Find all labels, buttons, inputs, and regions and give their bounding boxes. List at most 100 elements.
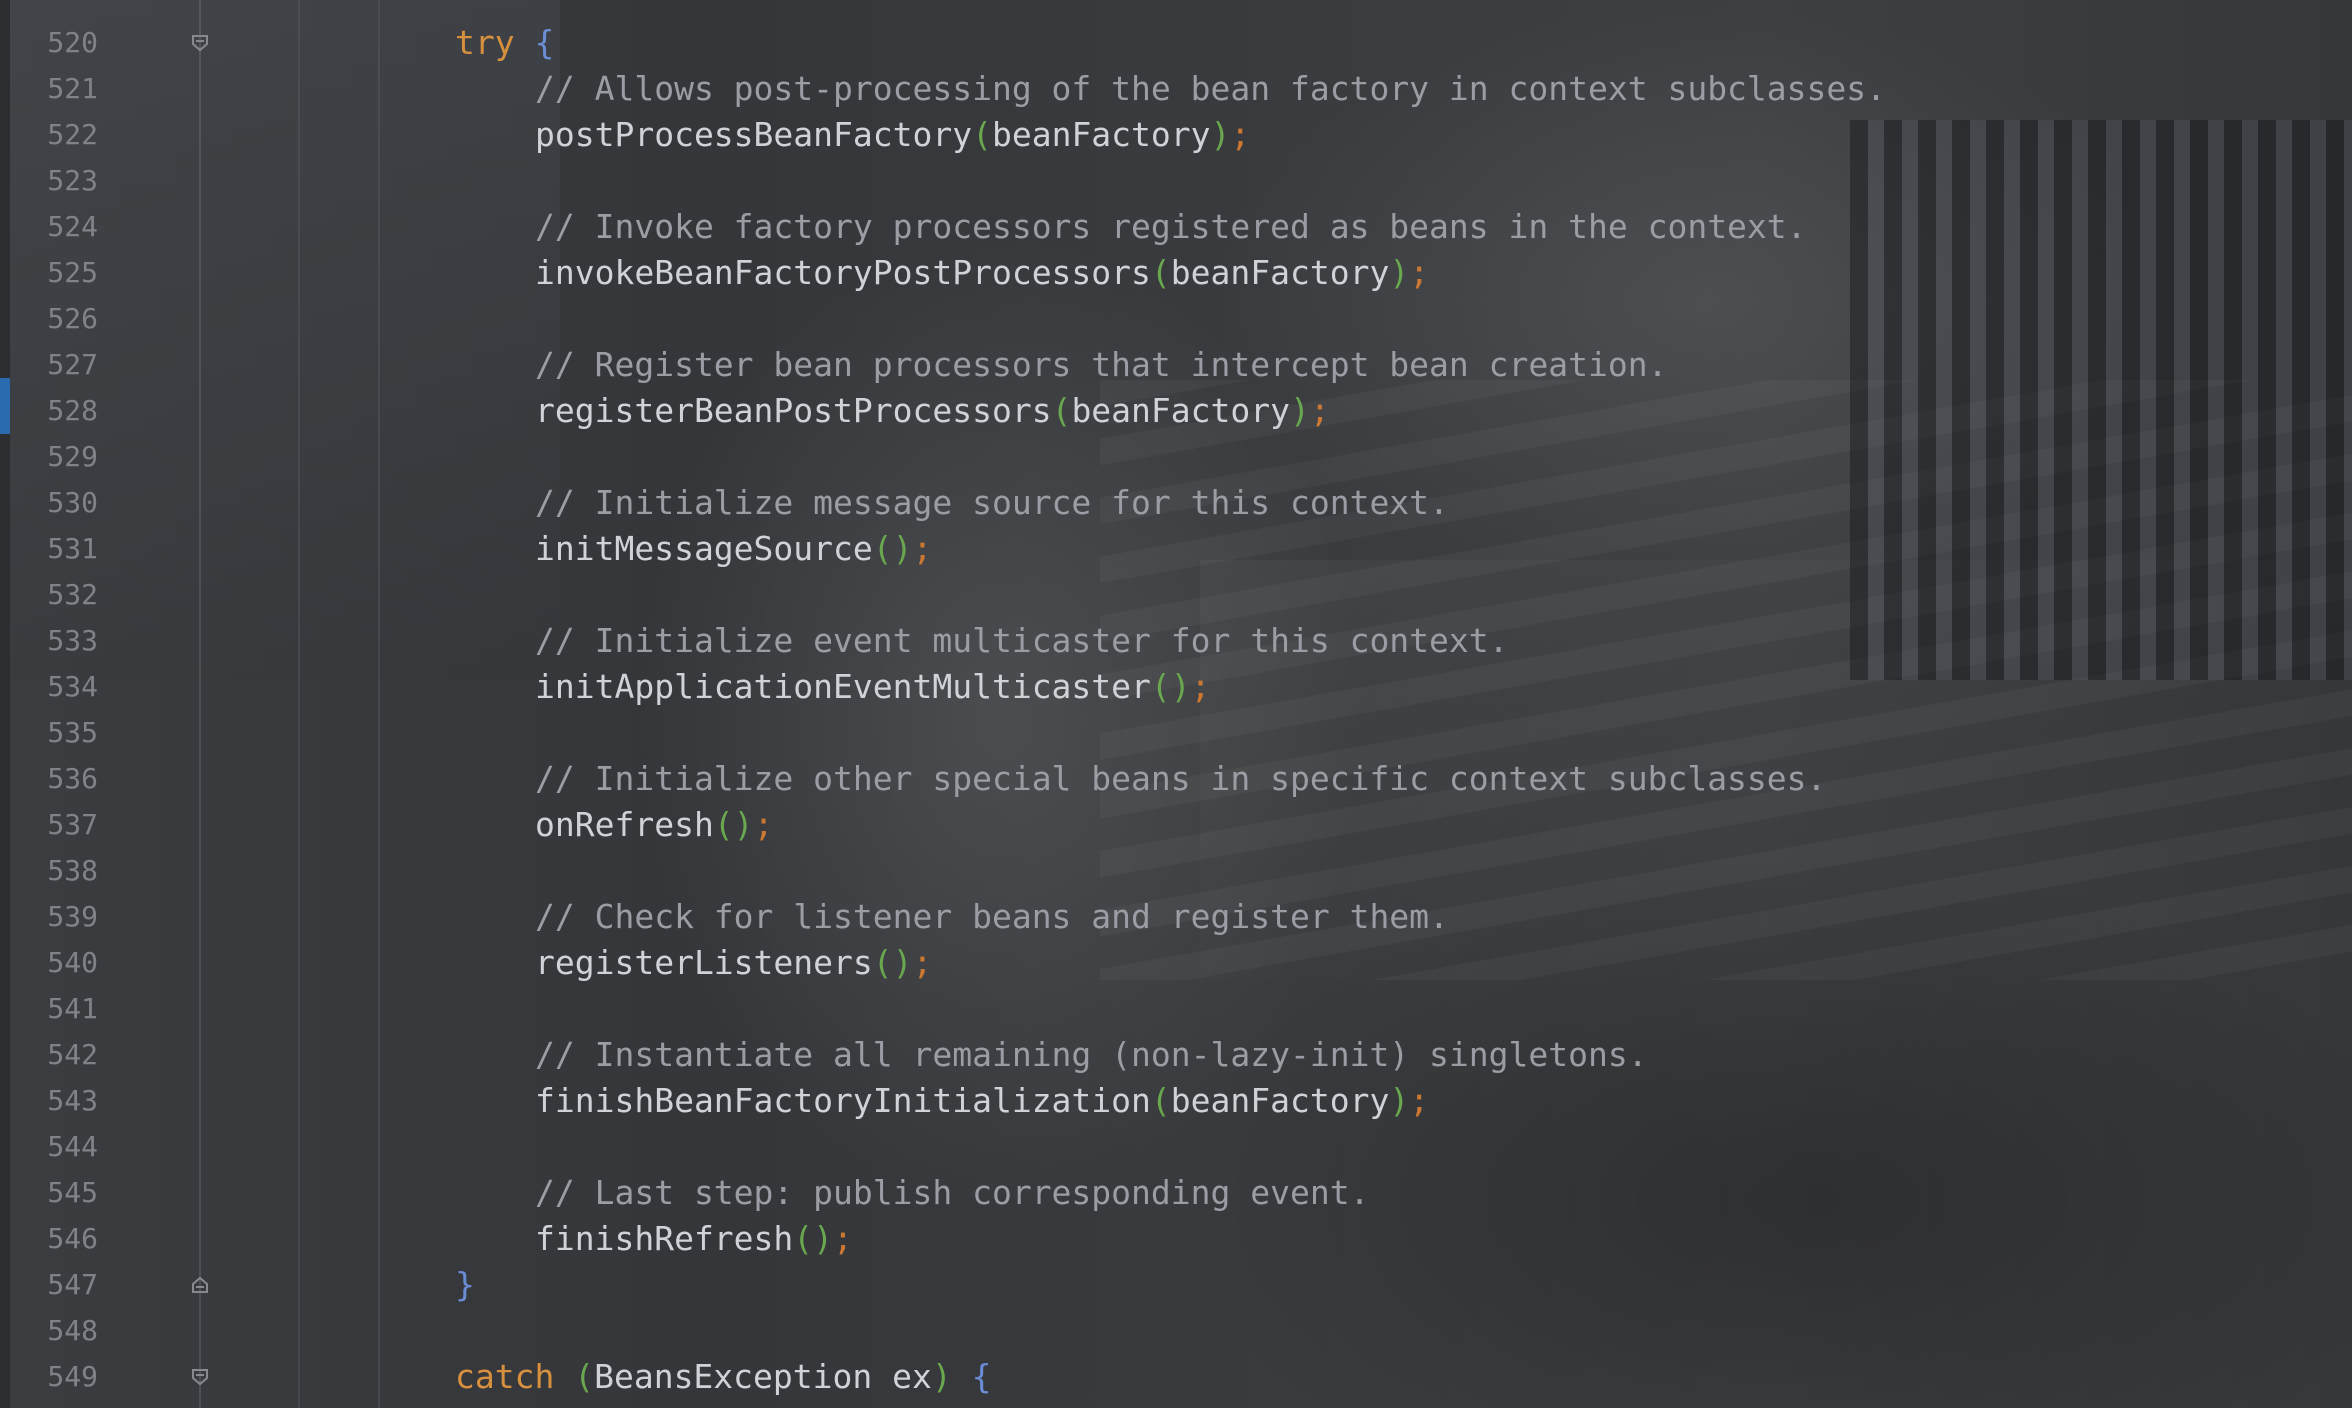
- line-number[interactable]: 548: [18, 1308, 98, 1354]
- code-token-semi: ;: [1309, 391, 1330, 430]
- code-token-cm: // Check for listener beans and register…: [535, 897, 1449, 936]
- line-number[interactable]: 526: [18, 296, 98, 342]
- code-token-paren-g: (: [1150, 1081, 1171, 1120]
- fold-toggle-icon[interactable]: [190, 1275, 210, 1295]
- line-number[interactable]: 536: [18, 756, 98, 802]
- code-line[interactable]: // Allows post-processing of the bean fa…: [535, 66, 1886, 112]
- code-line[interactable]: registerListeners();: [535, 940, 932, 986]
- line-number[interactable]: 523: [18, 158, 98, 204]
- code-line[interactable]: // Initialize event multicaster for this…: [535, 618, 1509, 664]
- code-token-arg: beanFactory: [1170, 253, 1390, 292]
- line-number[interactable]: 529: [18, 434, 98, 480]
- line-number[interactable]: 539: [18, 894, 98, 940]
- code-token-cm: // Instantiate all remaining (non-lazy-i…: [535, 1035, 1648, 1074]
- code-line[interactable]: finishBeanFactoryInitialization(beanFact…: [535, 1078, 1429, 1124]
- fold-toggle-icon[interactable]: [190, 33, 210, 53]
- code-token-brace: }: [455, 1265, 475, 1304]
- code-token-paren-g: ): [931, 1357, 952, 1396]
- code-line[interactable]: // Invoke factory processors registered …: [535, 204, 1807, 250]
- code-token-fn: registerListeners: [535, 943, 873, 982]
- indent-guide: [378, 0, 380, 1408]
- code-line[interactable]: catch (BeansException ex) {: [455, 1354, 991, 1400]
- line-number[interactable]: 520: [18, 20, 98, 66]
- code-token-cm: // Last step: publish corresponding even…: [535, 1173, 1370, 1212]
- line-number[interactable]: 525: [18, 250, 98, 296]
- code-line[interactable]: finishRefresh();: [535, 1216, 853, 1262]
- code-line[interactable]: // Check for listener beans and register…: [535, 894, 1449, 940]
- code-token-kw: catch: [455, 1357, 555, 1396]
- line-number[interactable]: 522: [18, 112, 98, 158]
- gutter-change-marker[interactable]: [0, 378, 10, 434]
- fold-toggle-icon[interactable]: [190, 1367, 210, 1387]
- code-line[interactable]: postProcessBeanFactory(beanFactory);: [535, 112, 1250, 158]
- code-token-paren-g: (): [872, 943, 913, 982]
- line-number[interactable]: 546: [18, 1216, 98, 1262]
- code-line[interactable]: invokeBeanFactoryPostProcessors(beanFact…: [535, 250, 1429, 296]
- code-token-paren-g: (: [1150, 253, 1171, 292]
- line-number[interactable]: 530: [18, 480, 98, 526]
- line-number[interactable]: 543: [18, 1078, 98, 1124]
- code-token-arg: beanFactory: [991, 115, 1211, 154]
- code-token-paren-g: (): [872, 529, 913, 568]
- code-token-paren-g: ): [1210, 115, 1231, 154]
- code-token-semi: ;: [1409, 253, 1430, 292]
- code-token-cm: // Initialize other special beans in spe…: [535, 759, 1827, 798]
- code-token-cm: // Register bean processors that interce…: [535, 345, 1668, 384]
- code-token-fn: initMessageSource: [535, 529, 873, 568]
- indent-guide: [298, 0, 300, 1408]
- line-number[interactable]: 540: [18, 940, 98, 986]
- code-line[interactable]: initMessageSource();: [535, 526, 932, 572]
- code-line[interactable]: try {: [455, 20, 554, 66]
- line-number[interactable]: 527: [18, 342, 98, 388]
- line-number[interactable]: 544: [18, 1124, 98, 1170]
- code-token-fn: finishRefresh: [535, 1219, 794, 1258]
- code-token-sp: [554, 1357, 574, 1396]
- code-line[interactable]: // Initialize message source for this co…: [535, 480, 1449, 526]
- code-token-semi: ;: [912, 943, 933, 982]
- line-number[interactable]: 535: [18, 710, 98, 756]
- code-token-paren-g: (): [793, 1219, 834, 1258]
- code-line[interactable]: registerBeanPostProcessors(beanFactory);: [535, 388, 1330, 434]
- line-number[interactable]: 533: [18, 618, 98, 664]
- code-line[interactable]: }: [455, 1262, 475, 1308]
- line-number[interactable]: 542: [18, 1032, 98, 1078]
- code-token-fn: initApplicationEventMulticaster: [535, 667, 1151, 706]
- line-number[interactable]: 531: [18, 526, 98, 572]
- code-token-paren-g: ): [1389, 253, 1410, 292]
- line-number[interactable]: 541: [18, 986, 98, 1032]
- fold-guide-line: [199, 0, 201, 1408]
- line-number[interactable]: 547: [18, 1262, 98, 1308]
- line-number[interactable]: 545: [18, 1170, 98, 1216]
- code-line[interactable]: // Register bean processors that interce…: [535, 342, 1667, 388]
- editor-gutter[interactable]: 520 521 522 523 524 525 526 527 528 529 530 531 532 5…: [0, 0, 208, 1408]
- code-token-kw: try: [455, 23, 515, 62]
- line-number[interactable]: 524: [18, 204, 98, 250]
- line-number[interactable]: 532: [18, 572, 98, 618]
- code-editor[interactable]: 520 521 522 523 524 525 526 527 528 529 530 531 532 5…: [0, 0, 2352, 1408]
- line-number[interactable]: 528: [18, 388, 98, 434]
- code-line[interactable]: onRefresh();: [535, 802, 773, 848]
- code-line[interactable]: initApplicationEventMulticaster();: [535, 664, 1211, 710]
- line-number[interactable]: 549: [18, 1354, 98, 1400]
- line-number[interactable]: 538: [18, 848, 98, 894]
- line-number[interactable]: 521: [18, 66, 98, 112]
- code-line[interactable]: // Initialize other special beans in spe…: [535, 756, 1826, 802]
- code-token-paren-g: (): [1150, 667, 1191, 706]
- code-token-brace: {: [971, 1357, 992, 1396]
- code-token-semi: ;: [1190, 667, 1211, 706]
- code-token-fn: onRefresh: [535, 805, 714, 844]
- code-token-paren-g: (): [713, 805, 754, 844]
- code-token-semi: ;: [1409, 1081, 1430, 1120]
- line-number[interactable]: 534: [18, 664, 98, 710]
- code-line[interactable]: // Last step: publish corresponding even…: [535, 1170, 1369, 1216]
- line-number[interactable]: 537: [18, 802, 98, 848]
- code-token-semi: ;: [912, 529, 933, 568]
- code-token-cm: // Allows post-processing of the bean fa…: [535, 69, 1887, 108]
- code-token-sp: [515, 23, 535, 62]
- code-token-arg: BeansException ex: [594, 1357, 932, 1396]
- code-token-paren-g: (: [574, 1357, 595, 1396]
- code-token-cm: // Initialize event multicaster for this…: [535, 621, 1509, 660]
- code-token-paren-g: ): [1289, 391, 1310, 430]
- code-token-paren-g: (: [1051, 391, 1072, 430]
- code-line[interactable]: // Instantiate all remaining (non-lazy-i…: [535, 1032, 1648, 1078]
